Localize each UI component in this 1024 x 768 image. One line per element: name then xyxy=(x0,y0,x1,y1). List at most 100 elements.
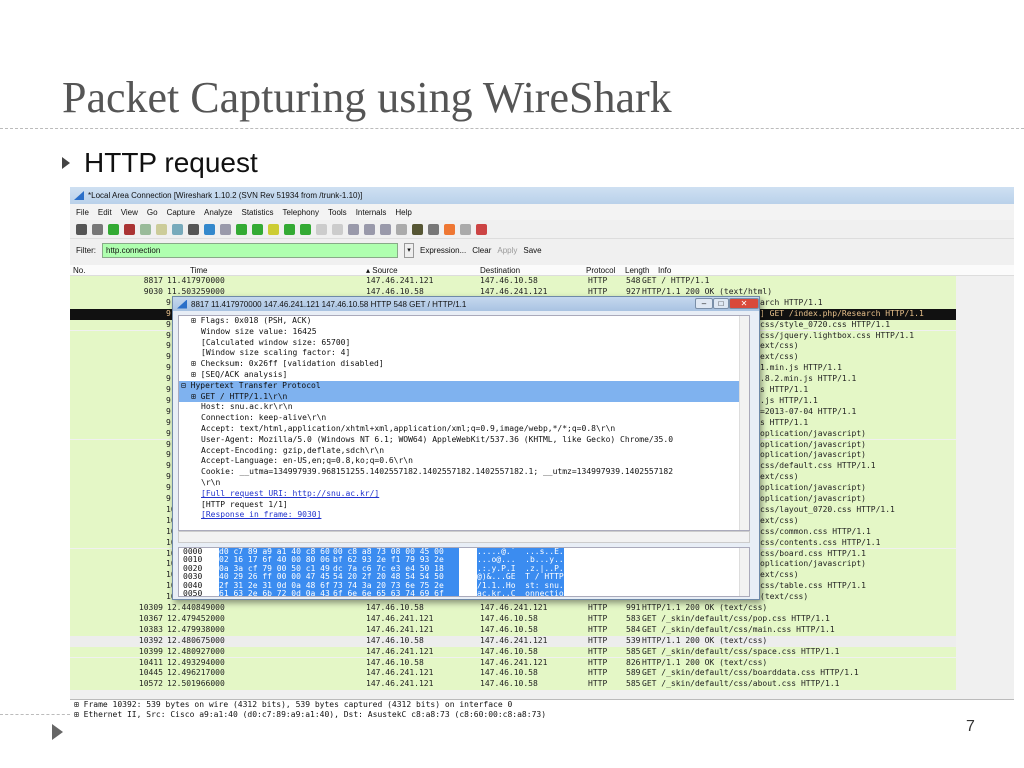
tree-node-label: Checksum: 0x26ff [validation disabled] xyxy=(200,359,384,369)
toolbar-icon[interactable] xyxy=(348,223,359,235)
tree-node-label: [Window size scaling factor: 4] xyxy=(201,348,351,358)
toolbar-icon[interactable] xyxy=(300,223,311,235)
horizontal-scrollbar[interactable] xyxy=(178,531,750,543)
menu-internals[interactable]: Internals xyxy=(356,208,387,217)
toolbar-icon[interactable] xyxy=(428,223,439,235)
col-source[interactable]: ▴ Source xyxy=(366,266,398,275)
tree-node[interactable]: [Full request URI: http://snu.ac.kr/] xyxy=(179,489,749,500)
toolbar-icon[interactable] xyxy=(172,223,183,235)
close-button[interactable]: ✕ xyxy=(729,298,759,309)
cell-info: GET / HTTP/1.1 xyxy=(642,276,710,285)
expand-icon[interactable]: ⊞ xyxy=(191,359,201,368)
tree-node[interactable]: ⊟ Hypertext Transfer Protocol xyxy=(179,380,749,392)
frame-summary[interactable]: ⊞ Frame 10392: 539 bytes on wire (4312 b… xyxy=(74,700,1014,710)
toolbar-icon[interactable] xyxy=(380,223,391,235)
table-row[interactable]: 10572 12.501966000 147.46.241.121 147.46.10… xyxy=(70,679,956,691)
tree-node[interactable]: \r\n xyxy=(179,478,749,489)
tree-node[interactable]: [Calculated window size: 65700] xyxy=(179,338,749,349)
toolbar-icon[interactable] xyxy=(364,223,375,235)
vertical-scrollbar[interactable] xyxy=(739,316,749,530)
table-row[interactable]: 10392 12.480675000 147.46.10.58 147.46.241.… xyxy=(70,635,956,647)
toolbar-icon[interactable] xyxy=(236,223,247,235)
toolbar-icon[interactable] xyxy=(460,223,471,235)
tree-node[interactable]: ⊞ [SEQ/ACK analysis] xyxy=(179,370,749,381)
cell-proto: HTTP xyxy=(588,635,608,645)
toolbar-icon[interactable] xyxy=(156,223,167,235)
menu-statistics[interactable]: Statistics xyxy=(242,208,274,217)
expand-icon[interactable]: ⊞ xyxy=(191,392,201,401)
col-destination[interactable]: Destination xyxy=(480,266,520,275)
col-protocol[interactable]: Protocol xyxy=(586,266,615,275)
cell-info: oplication/javascript) xyxy=(760,428,866,438)
clear-button[interactable]: Clear xyxy=(472,246,491,255)
cell-no: 10383 xyxy=(138,624,163,634)
filter-input[interactable]: http.connection xyxy=(102,242,398,258)
toolbar-icon[interactable] xyxy=(140,223,151,235)
menu-go[interactable]: Go xyxy=(147,208,158,217)
hex-scrollbar[interactable] xyxy=(739,548,749,596)
toolbar-icon[interactable] xyxy=(92,223,103,235)
tree-node[interactable]: ⊞ Flags: 0x018 (PSH, ACK) xyxy=(179,316,749,327)
menu-tools[interactable]: Tools xyxy=(328,208,347,217)
tree-node[interactable]: Host: snu.ac.kr\r\n xyxy=(179,402,749,413)
tree-node[interactable]: Window size value: 16425 xyxy=(179,327,749,338)
maximize-button[interactable]: □ xyxy=(713,298,729,309)
tree-node[interactable]: User-Agent: Mozilla/5.0 (Windows NT 6.1;… xyxy=(179,435,749,446)
table-row[interactable]: 10383 12.479938000 147.46.241.121 147.46.10… xyxy=(70,624,956,636)
menu-telephony[interactable]: Telephony xyxy=(283,208,319,217)
menu-edit[interactable]: Edit xyxy=(98,208,112,217)
tree-node[interactable]: Accept: text/html,application/xhtml+xml,… xyxy=(179,424,749,435)
expand-icon[interactable]: ⊞ xyxy=(191,316,201,325)
toolbar-icon[interactable] xyxy=(444,223,455,235)
expression-button[interactable]: Expression... xyxy=(420,246,466,255)
ethernet-summary[interactable]: ⊞ Ethernet II, Src: Cisco_a9:a1:40 (d0:c… xyxy=(74,710,1014,718)
menu-help[interactable]: Help xyxy=(395,208,411,217)
tree-node[interactable]: ⊞ GET / HTTP/1.1\r\n xyxy=(179,391,749,403)
toolbar-icon[interactable] xyxy=(412,223,423,235)
col-no[interactable]: No. xyxy=(73,266,85,275)
tree-node[interactable]: Accept-Language: en-US,en;q=0.8,ko;q=0.6… xyxy=(179,456,749,467)
table-row[interactable]: 8817 11.417970000 147.46.241.121 147.46.10.… xyxy=(70,276,956,287)
cell-time: 12.479452000 xyxy=(167,613,225,623)
toolbar-icon[interactable] xyxy=(268,223,279,235)
save-button[interactable]: Save xyxy=(523,246,541,255)
col-length[interactable]: Length xyxy=(625,266,649,275)
tree-node[interactable]: ⊞ Checksum: 0x26ff [validation disabled] xyxy=(179,359,749,370)
toolbar-icon[interactable] xyxy=(252,223,263,235)
toolbar-icon[interactable] xyxy=(124,223,135,235)
menu-analyze[interactable]: Analyze xyxy=(204,208,232,217)
col-info[interactable]: Info xyxy=(658,266,671,275)
minimize-button[interactable]: – xyxy=(695,298,713,309)
toolbar-icon[interactable] xyxy=(220,223,231,235)
toolbar-icon[interactable] xyxy=(476,223,487,235)
toolbar-icon[interactable] xyxy=(188,223,199,235)
toolbar-icon[interactable] xyxy=(332,223,343,235)
menu-file[interactable]: File xyxy=(76,208,89,217)
tree-node[interactable]: [Response in frame: 9030] xyxy=(179,510,749,521)
tree-node[interactable]: Cookie: __utma=134997939.968151255.14025… xyxy=(179,467,749,478)
tree-node[interactable]: [Window size scaling factor: 4] xyxy=(179,348,749,359)
filter-dropdown-icon[interactable]: ▾ xyxy=(404,242,414,258)
expand-icon[interactable]: ⊞ xyxy=(191,370,201,379)
toolbar-icon[interactable] xyxy=(76,223,87,235)
tree-node[interactable]: [HTTP request 1/1] xyxy=(179,500,749,511)
table-row[interactable]: 10445 12.496217000 147.46.241.121 147.46.10… xyxy=(70,668,956,680)
table-row[interactable]: 10411 12.493294000 147.46.10.58 147.46.241.… xyxy=(70,657,956,669)
hex-bytes: 61 63 2e 6b 72 0d 0a 43 xyxy=(219,589,333,596)
tree-node[interactable]: Accept-Encoding: gzip,deflate,sdch\r\n xyxy=(179,446,749,457)
table-row[interactable]: 10309 12.440849000 147.46.10.58 147.46.241.… xyxy=(70,603,956,614)
table-row[interactable]: 10367 12.479452000 147.46.241.121 147.46.10… xyxy=(70,613,956,625)
table-row[interactable]: 10399 12.480927000 147.46.241.121 147.46.10… xyxy=(70,646,956,658)
menu-view[interactable]: View xyxy=(121,208,138,217)
collapse-icon[interactable]: ⊟ xyxy=(181,381,191,390)
tree-node[interactable]: Connection: keep-alive\r\n xyxy=(179,413,749,424)
nav-arrow-icon[interactable] xyxy=(52,724,63,740)
menu-capture[interactable]: Capture xyxy=(167,208,195,217)
toolbar-icon[interactable] xyxy=(204,223,215,235)
apply-button[interactable]: Apply xyxy=(497,246,517,255)
toolbar-icon[interactable] xyxy=(108,223,119,235)
toolbar-icon[interactable] xyxy=(284,223,295,235)
toolbar-icon[interactable] xyxy=(316,223,327,235)
col-time[interactable]: Time xyxy=(190,266,207,275)
toolbar-icon[interactable] xyxy=(396,223,407,235)
